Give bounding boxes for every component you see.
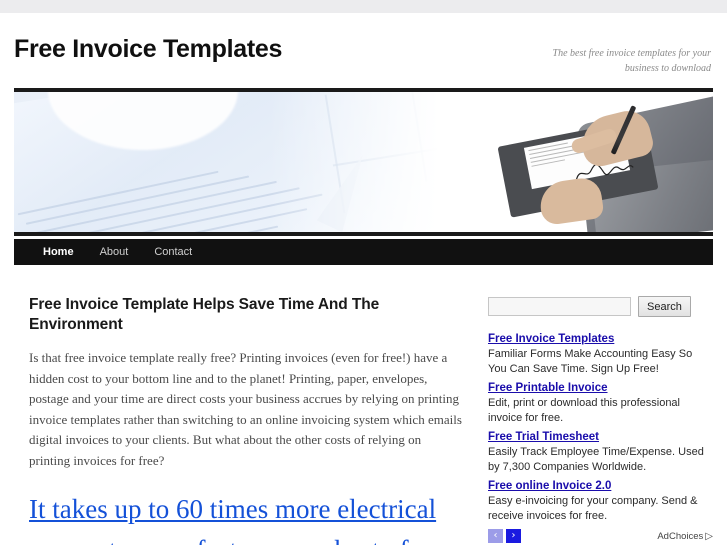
main-navigation: Home About Contact (14, 239, 713, 265)
ad-description: Familiar Forms Make Accounting Easy So Y… (488, 348, 693, 375)
page-root: Free Invoice Templates The best free inv… (0, 0, 727, 545)
post-title: Free Invoice Template Helps Save Time An… (29, 296, 380, 333)
adchoices-link[interactable]: AdChoices ▷ (657, 531, 713, 542)
banner-image (14, 92, 713, 232)
adchoices-label: AdChoices (657, 530, 704, 542)
nav-item-about[interactable]: About (87, 246, 142, 258)
ad-footer: ‹ › AdChoices ▷ (488, 529, 713, 543)
adchoices-triangle-icon: ▷ (705, 530, 713, 542)
ad-description: Easily Track Employee Time/Expense. Used… (488, 446, 704, 473)
ad-pagination: ‹ › (488, 529, 521, 543)
nav-list: Home About Contact (14, 239, 713, 265)
site-title: Free Invoice Templates (14, 35, 283, 63)
ad-next-arrow-icon[interactable]: › (506, 529, 521, 543)
ad-title-link[interactable]: Free Invoice Templates (488, 332, 614, 347)
ad-item: Free Invoice Templates Familiar Forms Ma… (488, 329, 713, 376)
ad-block: Free Invoice Templates Familiar Forms Ma… (488, 329, 713, 543)
search-button[interactable]: Search (638, 296, 691, 317)
ad-title-link[interactable]: Free Printable Invoice (488, 381, 608, 396)
nav-item-home[interactable]: Home (30, 246, 87, 258)
ad-description: Edit, print or download this professiona… (488, 397, 680, 424)
site-tagline: The best free invoice templates for your… (552, 48, 711, 74)
banner-photo-hand-signing (445, 92, 713, 232)
ad-item: Free Trial Timesheet Easily Track Employ… (488, 427, 713, 474)
site-header: Free Invoice Templates The best free inv… (0, 13, 727, 88)
main-area: Free Invoice Template Helps Save Time An… (0, 275, 727, 545)
search-form: Search (488, 296, 713, 317)
banner-fade-overlay (269, 92, 469, 232)
ad-title-link[interactable]: Free Trial Timesheet (488, 430, 599, 445)
ad-description: Easy e-invoicing for your company. Send … (488, 495, 698, 522)
nav-item-contact[interactable]: Contact (141, 246, 205, 258)
ad-item: Free Printable Invoice Edit, print or do… (488, 378, 713, 425)
ad-item: Free online Invoice 2.0 Easy e-invoicing… (488, 476, 713, 523)
sidebar: Search Free Invoice Templates Familiar F… (488, 275, 713, 545)
top-gray-band (0, 0, 727, 13)
post-big-heading-link[interactable]: It takes up to 60 times more electrical … (29, 489, 464, 545)
ad-prev-arrow-icon[interactable]: ‹ (488, 529, 503, 543)
post-body-paragraph: Is that free invoice template really fre… (29, 350, 462, 468)
content-column: Free Invoice Template Helps Save Time An… (29, 275, 464, 545)
banner-frame (14, 88, 713, 236)
search-input[interactable] (488, 297, 631, 316)
ad-title-link[interactable]: Free online Invoice 2.0 (488, 479, 611, 494)
